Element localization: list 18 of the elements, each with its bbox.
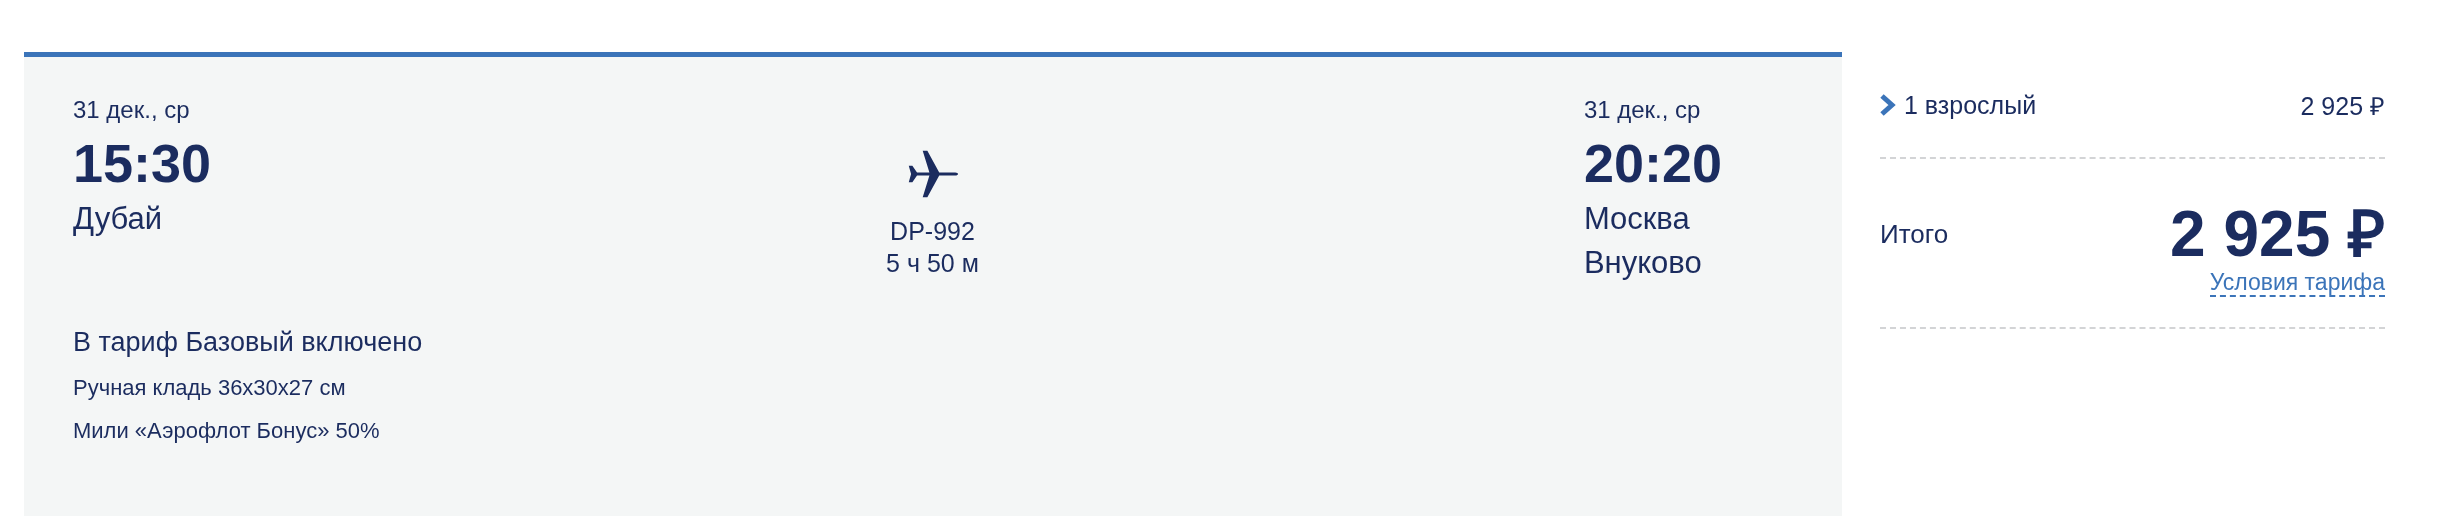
fare-conditions-link[interactable]: Условия тарифа bbox=[2209, 269, 2385, 297]
arrival-airport: Внуково bbox=[1583, 244, 1702, 282]
arrival-date: 31 дек., ср bbox=[1583, 95, 1701, 125]
departure-city: Дубай bbox=[73, 200, 163, 238]
departure-date: 31 дек., ср bbox=[73, 95, 190, 125]
fare-item: Мили «Аэрофлот Бонус» 50% bbox=[73, 417, 381, 445]
chevron-icon bbox=[1880, 94, 1896, 116]
passenger-price: 2 925 ₽ bbox=[2300, 91, 2385, 122]
fare-item: Ручная кладь 36x30x27 см bbox=[73, 374, 347, 402]
total-price: 2 925 ₽ bbox=[2170, 199, 2385, 269]
passenger-toggle[interactable]: 1 взрослый bbox=[1880, 90, 2037, 120]
fare-title: В тариф Базовый включено bbox=[73, 326, 424, 359]
flight-number: DP-992 bbox=[890, 216, 975, 247]
flight-duration: 5 ч 50 м bbox=[886, 248, 979, 279]
arrival-time: 20:20 bbox=[1583, 132, 1722, 195]
departure-time: 15:30 bbox=[73, 132, 212, 195]
arrival-city: Москва bbox=[1583, 200, 1690, 238]
total-label: Итого bbox=[1880, 218, 1949, 250]
